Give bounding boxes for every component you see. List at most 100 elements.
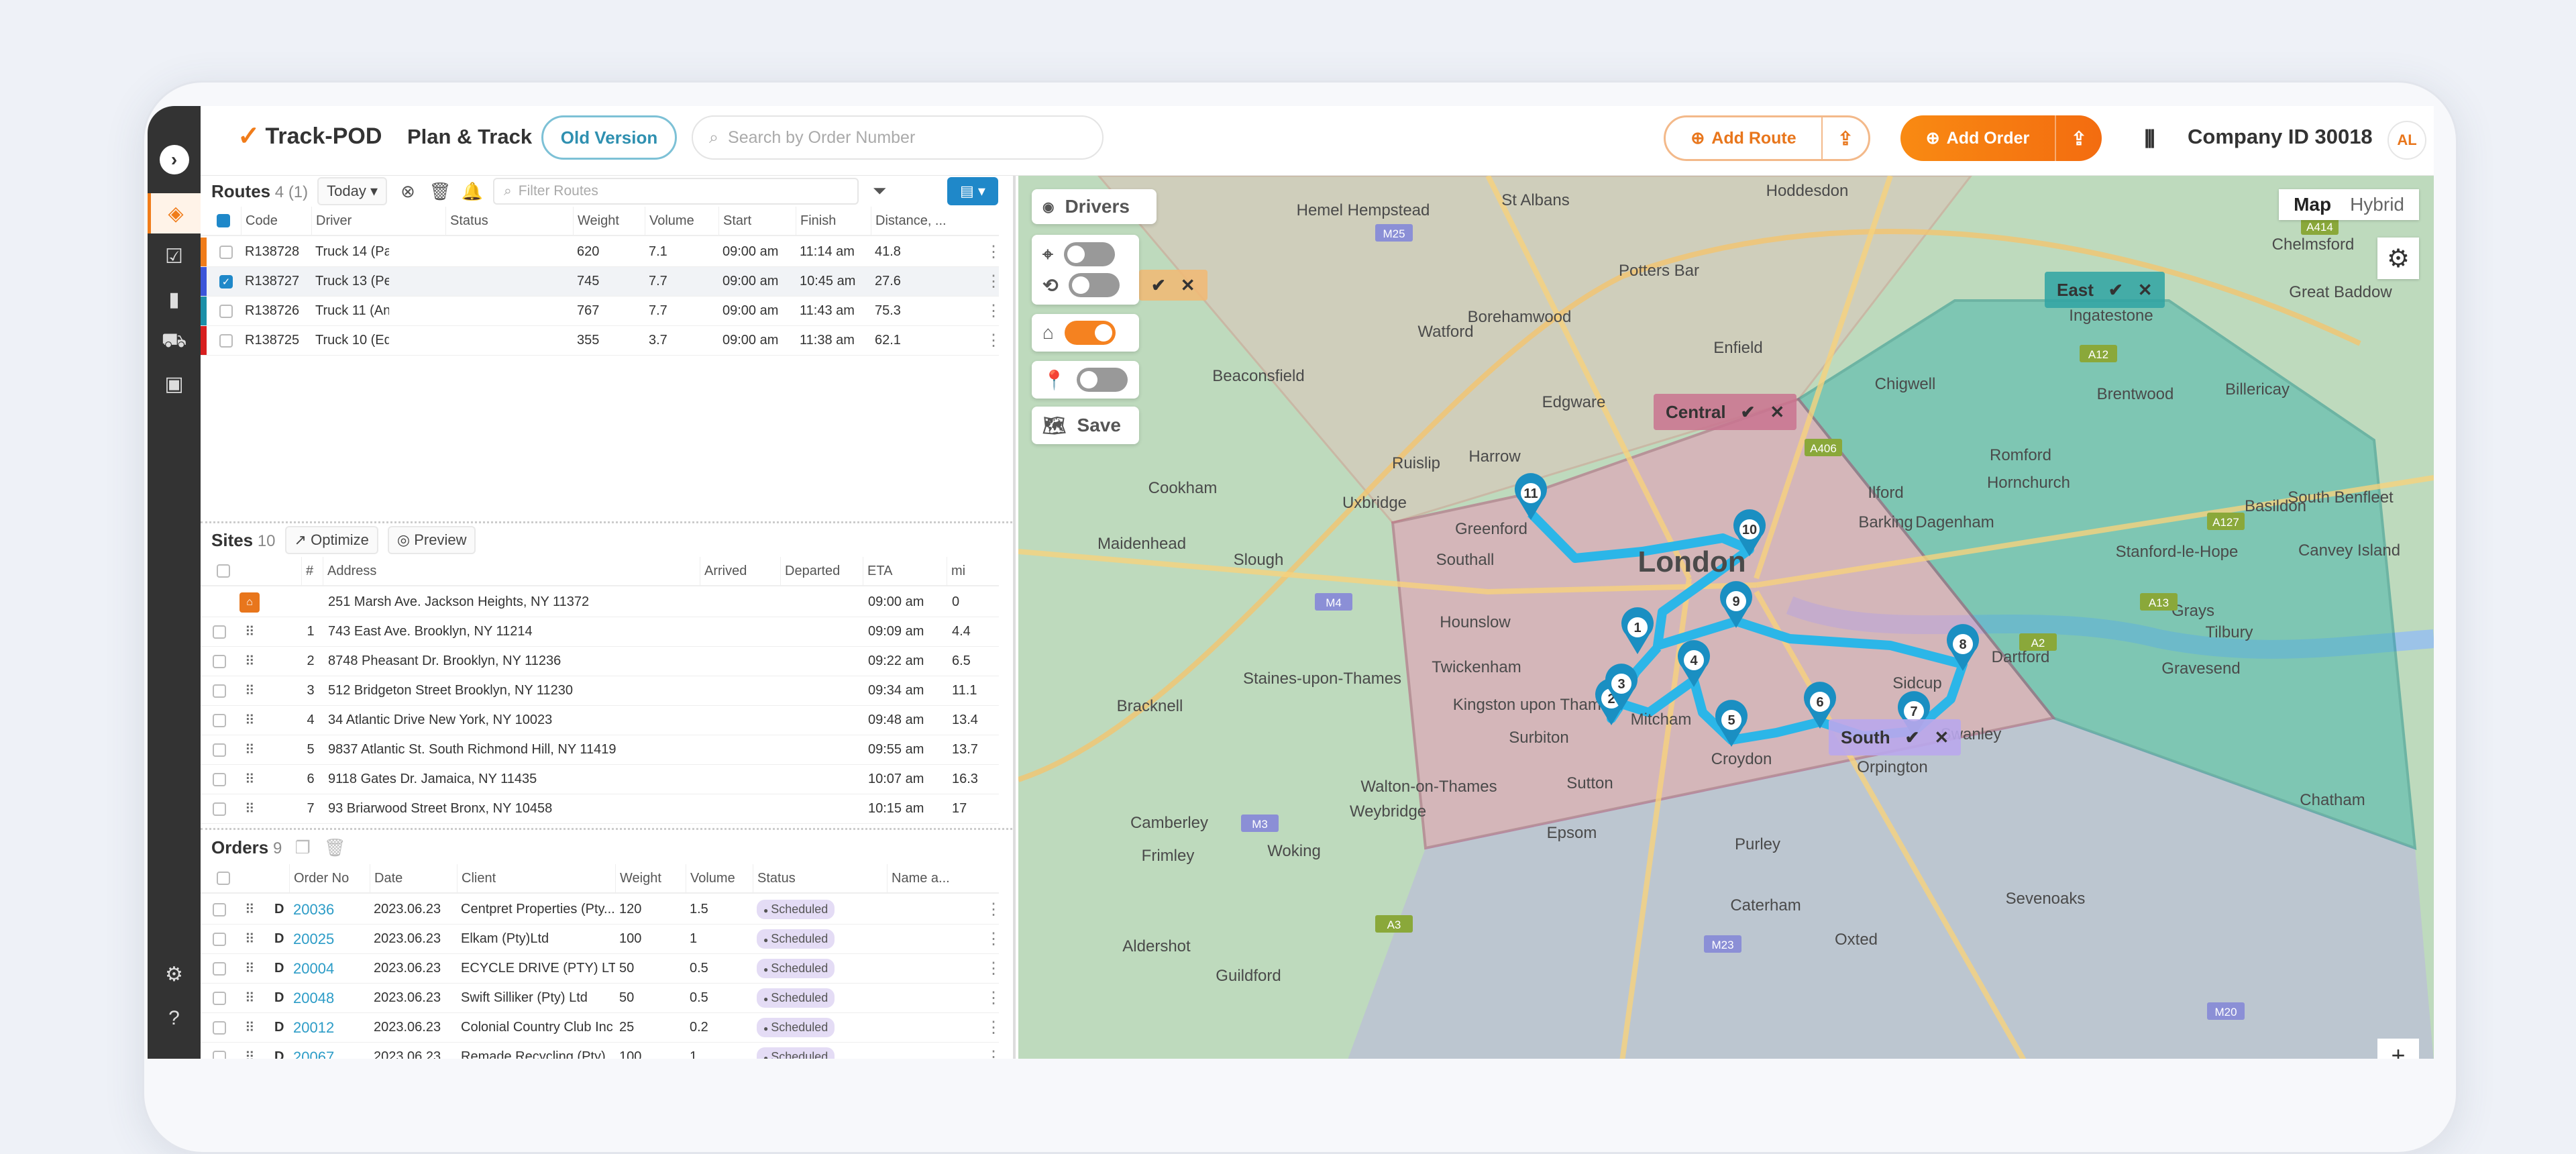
site-checkbox[interactable] — [213, 802, 226, 816]
order-number-link[interactable]: 20012 — [293, 1013, 367, 1042]
column-header[interactable]: ETA — [863, 557, 947, 585]
more-options-icon[interactable]: ⋮ — [985, 925, 1002, 953]
more-options-icon[interactable]: ⋮ — [985, 1043, 1002, 1059]
panel-resize-handle[interactable] — [201, 828, 1012, 830]
routes-row[interactable]: R138725 Truck 10 (Ed) 355 3.7 09:00 am 11:38 … — [201, 326, 1002, 356]
date-filter-dropdown[interactable]: Today ▾ — [317, 177, 388, 205]
drag-handle-icon[interactable]: ⠿ — [245, 617, 254, 646]
sidebar-item-help[interactable]: ? — [148, 998, 201, 1039]
site-checkbox[interactable] — [213, 743, 226, 757]
sidebar-item-drivers[interactable]: ▣ — [148, 364, 201, 404]
order-number-link[interactable]: 20004 — [293, 954, 367, 983]
column-header[interactable]: Client — [457, 864, 615, 892]
site-checkbox[interactable] — [213, 625, 226, 639]
drag-handle-icon[interactable]: ⠿ — [245, 676, 254, 705]
sites-row[interactable]: ⠿ 1 743 East Ave. Brooklyn, NY 11214 09:09 … — [201, 617, 999, 647]
zoom-in-button[interactable]: + — [2377, 1039, 2419, 1059]
orders-row[interactable]: ⠿ D 20036 2023.06.23 Centpret Properties (Pt… — [201, 895, 1002, 925]
confirm-zone-button[interactable]: ✔ — [1741, 402, 1756, 423]
orders-row[interactable]: ⠿ D 20025 2023.06.23 Elkam (Pty)Ltd 100 1 ● Sche… — [201, 925, 1002, 954]
map-settings-button[interactable]: ⚙ — [2377, 238, 2419, 279]
routes-row[interactable]: R138728 Truck 14 (Paul) 620 7.1 09:00 am 11:1… — [201, 238, 1002, 267]
more-options-icon[interactable]: ⋮ — [985, 238, 1002, 266]
routes-toggle[interactable] — [1069, 273, 1120, 297]
import-orders-button[interactable]: ⇪ — [2055, 115, 2102, 161]
drag-handle-icon[interactable]: ⠿ — [245, 895, 254, 924]
map-type-map[interactable]: Map — [2294, 194, 2331, 215]
column-header[interactable]: Name a... — [887, 864, 967, 892]
drag-handle-icon[interactable]: ⠿ — [245, 954, 254, 983]
order-number-link[interactable]: 20067 — [293, 1043, 367, 1059]
column-header[interactable]: Address — [323, 557, 692, 585]
column-header[interactable]: Status — [753, 864, 887, 892]
panel-resize-handle[interactable] — [201, 521, 1012, 523]
sites-row[interactable]: ⠿ 7 93 Briarwood Street Bronx, NY 10458 10:… — [201, 794, 999, 824]
sites-row[interactable]: ⌂ 251 Marsh Ave. Jackson Heights, NY 1137… — [201, 588, 999, 617]
cancel-circle-icon[interactable]: ⊗ — [396, 181, 419, 202]
import-routes-button[interactable]: ⇪ — [1821, 117, 1868, 159]
sites-row[interactable]: ⠿ 6 9118 Gates Dr. Jamaica, NY 11435 10:07 … — [201, 765, 999, 794]
sidebar-item-reports[interactable]: ▮ — [148, 279, 201, 319]
sites-row[interactable]: ⠿ 2 8748 Pheasant Dr. Brooklyn, NY 11236 09… — [201, 647, 999, 676]
routes-row[interactable]: R138726 Truck 11 (Andrew) 767 7.7 09:00 am 11… — [201, 297, 1002, 326]
drivers-button[interactable]: ◉ Drivers — [1032, 189, 1157, 224]
order-number-link[interactable]: 20036 — [293, 895, 367, 924]
site-checkbox[interactable] — [213, 654, 226, 668]
routes-row[interactable]: ✓ R138727 Truck 13 (Peter) 745 7.7 09:00 am 10… — [201, 267, 1002, 297]
sites-row[interactable]: ⠿ 4 34 Atlantic Drive New York, NY 10023 09… — [201, 706, 999, 735]
preview-button[interactable]: ◎ Preview — [387, 526, 476, 554]
select-all-checkbox[interactable] — [217, 872, 230, 885]
cancel-zone-button[interactable]: ✕ — [2138, 280, 2153, 301]
order-checkbox[interactable] — [213, 1050, 226, 1059]
sites-toggle[interactable] — [1076, 368, 1128, 392]
route-checkbox[interactable]: ✓ — [219, 274, 233, 288]
drag-handle-icon[interactable]: ⠿ — [245, 706, 254, 735]
drag-handle-icon[interactable]: ⠿ — [245, 984, 254, 1012]
confirm-zone-button[interactable]: ✔ — [1151, 275, 1166, 296]
column-header[interactable]: Departed — [780, 557, 863, 585]
column-header[interactable]: Weight — [573, 207, 645, 235]
more-options-icon[interactable]: ⋮ — [985, 895, 1002, 924]
column-header[interactable]: Start — [718, 207, 796, 235]
site-checkbox[interactable] — [213, 684, 226, 698]
column-header[interactable]: Date — [370, 864, 457, 892]
columns-icon[interactable]: ||| — [2144, 126, 2155, 149]
order-search-input[interactable]: ⌕ Search by Order Number — [692, 115, 1104, 160]
drag-handle-icon[interactable]: ⠿ — [245, 765, 254, 794]
site-checkbox[interactable] — [213, 713, 226, 727]
more-options-icon[interactable]: ⋮ — [985, 267, 1002, 296]
save-map-button[interactable]: 🗺 Save — [1032, 407, 1139, 444]
drag-handle-icon[interactable]: ⠿ — [245, 794, 254, 823]
add-order-button[interactable]: ⊕ Add Order — [1900, 115, 2055, 161]
select-all-checkbox[interactable] — [217, 214, 230, 227]
user-avatar[interactable]: AL — [2387, 121, 2426, 160]
sidebar-item-orders[interactable]: ☑ — [148, 236, 201, 276]
column-header[interactable]: mi — [947, 557, 994, 585]
expand-sidebar-button[interactable]: › — [148, 140, 201, 180]
route-checkbox[interactable] — [219, 245, 233, 259]
sites-row[interactable]: ⠿ 3 512 Bridgeton Street Brooklyn, NY 1123… — [201, 676, 999, 706]
optimize-button[interactable]: ↗ Optimize — [284, 526, 378, 554]
confirm-zone-button[interactable]: ✔ — [2108, 280, 2123, 301]
sidebar-item-settings[interactable]: ⚙ — [148, 954, 201, 994]
order-number-link[interactable]: 20025 — [293, 925, 367, 953]
cancel-zone-button[interactable]: ✕ — [1770, 402, 1784, 423]
order-checkbox[interactable] — [213, 902, 226, 916]
column-header[interactable]: Code — [241, 207, 311, 235]
select-all-checkbox[interactable] — [217, 564, 230, 578]
drag-handle-icon[interactable]: ⠿ — [245, 647, 254, 676]
sites-row[interactable]: ⠿ 5 9837 Atlantic St. South Richmond Hill,… — [201, 735, 999, 765]
zones-toggle[interactable] — [1063, 242, 1115, 266]
column-header[interactable]: Driver — [311, 207, 445, 235]
brand-logo[interactable]: ✓ Track-POD — [237, 121, 382, 152]
column-header[interactable]: # — [301, 557, 321, 585]
orders-row[interactable]: ⠿ D 20067 2023.06.23 Remade Recycling (Pty).… — [201, 1043, 1002, 1059]
order-checkbox[interactable] — [213, 932, 226, 946]
column-header[interactable]: Status — [445, 207, 573, 235]
drag-handle-icon[interactable]: ⠿ — [245, 735, 254, 764]
funnel-icon[interactable]: ⏷ — [868, 180, 891, 202]
more-options-icon[interactable]: ⋮ — [985, 1013, 1002, 1042]
trash-icon[interactable]: 🗑 — [323, 837, 346, 858]
more-options-icon[interactable]: ⋮ — [985, 984, 1002, 1012]
old-version-button[interactable]: Old Version — [541, 115, 677, 160]
